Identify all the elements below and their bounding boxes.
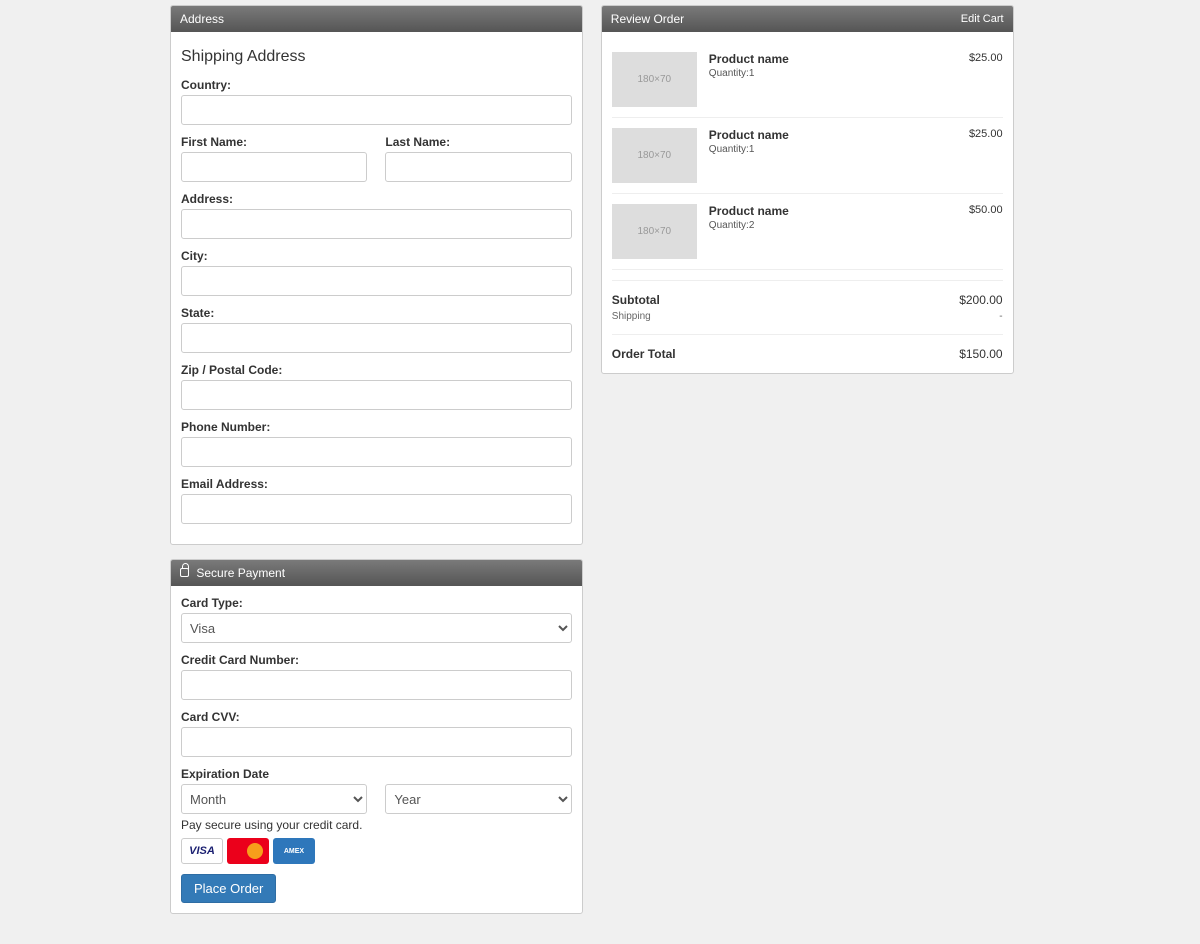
visa-icon: VISA [181, 838, 223, 864]
order-total-value: $150.00 [959, 347, 1002, 361]
address-panel: Address Shipping Address Country: First … [170, 5, 583, 545]
lock-icon [180, 568, 189, 577]
address-input[interactable] [181, 209, 572, 239]
country-input[interactable] [181, 95, 572, 125]
product-price: $25.00 [953, 52, 1003, 64]
review-heading-text: Review Order [611, 12, 684, 26]
product-qty: Quantity:2 [709, 220, 941, 231]
city-input[interactable] [181, 266, 572, 296]
review-panel-heading: Review Order Edit Cart [602, 6, 1013, 32]
card-logos: VISA AMEX [181, 838, 572, 864]
order-item: 180×70 Product name Quantity:1 $25.00 [612, 42, 1003, 118]
email-input[interactable] [181, 494, 572, 524]
card-type-label: Card Type: [181, 596, 572, 610]
product-qty: Quantity:1 [709, 68, 941, 79]
order-total-label: Order Total [612, 347, 676, 361]
zip-input[interactable] [181, 380, 572, 410]
state-label: State: [181, 306, 572, 320]
city-label: City: [181, 249, 572, 263]
product-thumbnail: 180×70 [612, 204, 697, 259]
country-label: Country: [181, 78, 572, 92]
product-thumbnail: 180×70 [612, 52, 697, 107]
shipping-value: - [999, 311, 1002, 322]
card-number-label: Credit Card Number: [181, 653, 572, 667]
edit-cart-link[interactable]: Edit Cart [961, 13, 1004, 25]
subtotal-value: $200.00 [959, 293, 1002, 307]
expiry-year-select[interactable]: Year [385, 784, 571, 814]
product-name: Product name [709, 52, 941, 66]
product-price: $50.00 [953, 204, 1003, 216]
first-name-label: First Name: [181, 135, 367, 149]
address-heading-text: Address [180, 12, 224, 26]
subtotal-label: Subtotal [612, 293, 660, 307]
address-label: Address: [181, 192, 572, 206]
expiry-month-select[interactable]: Month [181, 784, 367, 814]
pay-secure-note: Pay secure using your credit card. [181, 818, 572, 832]
amex-icon: AMEX [273, 838, 315, 864]
address-panel-heading: Address [171, 6, 582, 32]
product-qty: Quantity:1 [709, 144, 941, 155]
phone-input[interactable] [181, 437, 572, 467]
first-name-input[interactable] [181, 152, 367, 182]
payment-panel-heading: Secure Payment [171, 560, 582, 586]
shipping-label: Shipping [612, 311, 651, 322]
order-item: 180×70 Product name Quantity:2 $50.00 [612, 194, 1003, 270]
cvv-input[interactable] [181, 727, 572, 757]
card-type-select[interactable]: Visa [181, 613, 572, 643]
payment-heading-text: Secure Payment [196, 566, 285, 580]
shipping-address-title: Shipping Address [181, 48, 572, 66]
review-order-panel: Review Order Edit Cart 180×70 Product na… [601, 5, 1014, 374]
product-name: Product name [709, 204, 941, 218]
cvv-label: Card CVV: [181, 710, 572, 724]
last-name-input[interactable] [385, 152, 571, 182]
mastercard-icon [227, 838, 269, 864]
product-name: Product name [709, 128, 941, 142]
email-label: Email Address: [181, 477, 572, 491]
product-thumbnail: 180×70 [612, 128, 697, 183]
zip-label: Zip / Postal Code: [181, 363, 572, 377]
payment-panel: Secure Payment Card Type: Visa Credit Ca… [170, 559, 583, 914]
state-input[interactable] [181, 323, 572, 353]
product-price: $25.00 [953, 128, 1003, 140]
place-order-button[interactable]: Place Order [181, 874, 276, 903]
phone-label: Phone Number: [181, 420, 572, 434]
expiry-label: Expiration Date [181, 767, 572, 781]
order-item: 180×70 Product name Quantity:1 $25.00 [612, 118, 1003, 194]
last-name-label: Last Name: [385, 135, 571, 149]
